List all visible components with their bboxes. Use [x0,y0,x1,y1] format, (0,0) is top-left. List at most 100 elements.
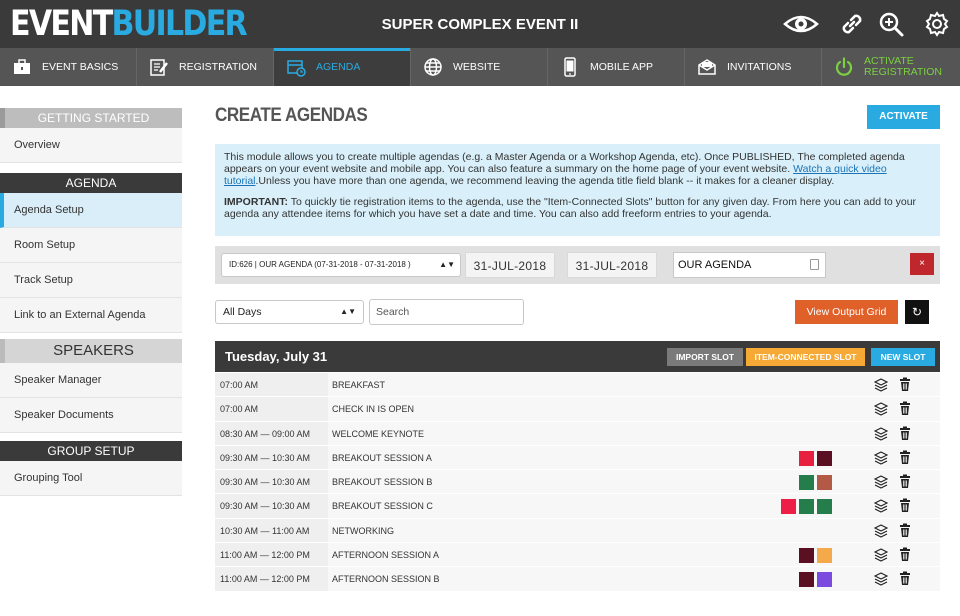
nav-agenda[interactable]: AGENDA [274,48,411,86]
table-row[interactable]: 07:00 AM BREAKFAST [215,373,940,398]
track-color-swatch [799,475,814,491]
eye-icon[interactable] [783,10,819,38]
start-date-field[interactable]: 31-JUL-2018 [465,252,555,278]
sidebar-gap [0,163,182,173]
track-swatches [799,572,832,588]
mobile-icon [564,57,576,77]
layers-icon[interactable] [873,498,889,514]
layers-icon[interactable] [873,450,889,465]
gear-icon[interactable] [923,10,951,38]
day-filter-select[interactable]: All Days ▲▼ [215,300,364,324]
agenda-name-input[interactable]: OUR AGENDA [673,252,826,278]
row-actions [873,474,912,489]
layers-icon[interactable] [873,426,889,441]
agenda-selector-bar: ID:626 | OUR AGENDA (07-31-2018 - 07-31-… [215,246,940,284]
sidebar-item-grouping-tool[interactable]: Grouping Tool [0,461,182,496]
sidebar-item-speaker-manager[interactable]: Speaker Manager [0,363,182,398]
track-color-swatch [799,548,814,564]
table-row[interactable]: 09:30 AM — 10:30 AM BREAKOUT SESSION B [215,470,940,495]
layers-icon[interactable] [873,523,889,538]
trash-icon[interactable] [898,450,912,465]
sidebar-item-speaker-documents[interactable]: Speaker Documents [0,398,182,433]
agenda-slot-list: 07:00 AM BREAKFAST 07:00 AM CHECK IN IS OPE… [215,373,940,592]
delete-agenda-button[interactable]: × [910,253,934,275]
sidebar-item-agenda-setup[interactable]: Agenda Setup [0,193,182,228]
nav-registration[interactable]: REGISTRATION [137,48,274,86]
slot-title: CHECK IN IS OPEN [328,397,940,421]
item-connected-slot-button[interactable]: ITEM-CONNECTED SLOT [746,348,865,366]
trash-icon[interactable] [898,547,912,562]
slot-title: BREAKOUT SESSION A [328,445,940,470]
view-output-grid-button[interactable]: View Output Grid [795,300,898,324]
layers-icon[interactable] [873,474,889,489]
new-slot-button[interactable]: NEW SLOT [871,348,935,366]
table-row[interactable]: 11:00 AM — 12:00 PM AFTERNOON SESSION B [215,567,940,592]
day-title: Tuesday, July 31 [225,349,328,364]
main-nav: EVENT BASICS REGISTRATION AGENDA WEBSITE… [0,48,960,86]
slot-time: 11:00 AM — 12:00 PM [215,543,328,567]
slot-time: 09:30 AM — 10:30 AM [215,470,328,494]
zoom-in-icon[interactable] [877,10,905,38]
table-row[interactable]: 07:00 AM CHECK IN IS OPEN [215,397,940,422]
app-logo[interactable]: EVENTBUILDER [10,3,248,45]
select-arrows-icon: ▲▼ [439,260,455,269]
track-swatches [799,450,832,466]
slot-time: 07:00 AM [215,397,328,421]
page-title: CREATE AGENDAS [215,105,368,126]
day-header: Tuesday, July 31 IMPORT SLOT ITEM-CONNEC… [215,341,940,372]
trash-icon[interactable] [898,498,912,513]
layers-icon[interactable] [873,571,889,587]
top-bar: EVENTBUILDER SUPER COMPLEX EVENT II [0,0,960,48]
import-slot-button[interactable]: IMPORT SLOT [667,348,743,366]
row-actions [873,523,912,538]
slot-title: NETWORKING [328,518,940,543]
slot-time: 11:00 AM — 12:00 PM [215,567,328,591]
nav-event-basics[interactable]: EVENT BASICS [0,48,137,86]
layers-icon[interactable] [873,377,889,392]
table-row[interactable]: 10:30 AM — 11:00 AM NETWORKING [215,518,940,544]
nav-label: ACTIVATE REGISTRATION [864,55,942,78]
row-actions [873,450,912,465]
nav-website[interactable]: WEBSITE [411,48,548,86]
table-row[interactable]: 09:30 AM — 10:30 AM BREAKOUT SESSION A [215,445,940,471]
link-icon[interactable] [838,10,866,38]
nav-activate-registration[interactable]: ACTIVATE REGISTRATION [822,48,960,86]
toolbox-icon [14,59,30,74]
slot-time: 10:30 AM — 11:00 AM [215,518,328,543]
track-color-swatch [817,548,832,564]
layers-icon[interactable] [873,401,889,416]
info-box: This module allows you to create multipl… [215,144,940,236]
sidebar-item-track-setup[interactable]: Track Setup [0,263,182,298]
trash-icon[interactable] [898,474,912,489]
agenda-select[interactable]: ID:626 | OUR AGENDA (07-31-2018 - 07-31-… [221,253,461,277]
activate-button[interactable]: ACTIVATE [867,105,940,129]
trash-icon[interactable] [898,426,912,441]
sidebar-header-agenda: AGENDA [0,173,182,193]
trash-icon[interactable] [898,571,912,586]
sidebar-gap [0,433,182,441]
track-color-swatch [799,572,814,588]
track-color-swatch [817,572,832,588]
sidebar-item-external-agenda[interactable]: Link to an External Agenda [0,298,182,333]
trash-icon[interactable] [898,401,912,416]
nav-mobile-app[interactable]: MOBILE APP [548,48,685,86]
layers-icon[interactable] [873,547,889,562]
track-color-swatch [781,499,796,515]
table-row[interactable]: 08:30 AM — 09:00 AM WELCOME KEYNOTE [215,421,940,446]
refresh-button[interactable]: ↻ [905,300,929,324]
table-row[interactable]: 09:30 AM — 10:30 AM BREAKOUT SESSION C [215,494,940,519]
trash-icon[interactable] [898,377,912,392]
track-color-swatch [817,499,832,515]
slot-title: BREAKOUT SESSION C [328,494,940,518]
search-input[interactable] [369,299,524,325]
end-date-field[interactable]: 31-JUL-2018 [567,252,657,278]
nav-label: AGENDA [316,61,361,73]
trash-icon[interactable] [898,523,912,538]
nav-invitations[interactable]: INVITATIONS [685,48,822,86]
globe-icon [424,58,442,76]
sidebar-item-overview[interactable]: Overview [0,128,182,163]
row-actions [873,571,912,587]
sidebar-header-speakers: SPEAKERS [0,339,182,363]
sidebar-item-room-setup[interactable]: Room Setup [0,228,182,263]
table-row[interactable]: 11:00 AM — 12:00 PM AFTERNOON SESSION A [215,543,940,568]
